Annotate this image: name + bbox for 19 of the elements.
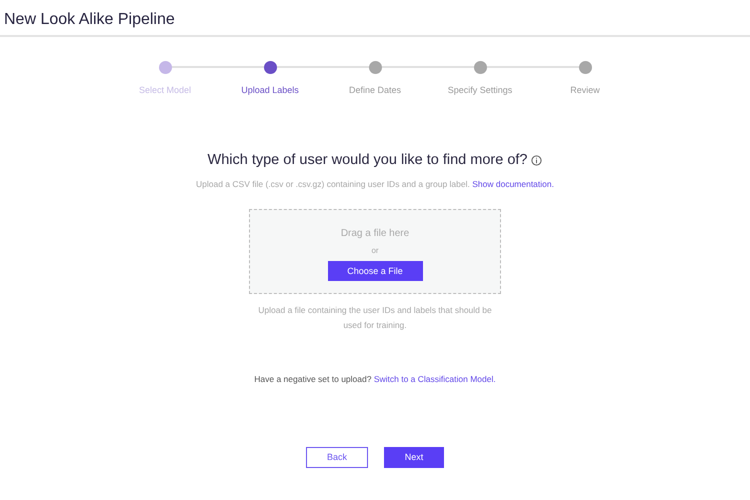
question-heading: Which type of user would you like to find more of?	[208, 150, 528, 170]
step-label: Select Model	[138, 84, 192, 97]
description-text: Upload a CSV file (.csv or .csv.gz) containing user IDs and a group label. Show documentation.	[195, 178, 555, 190]
drag-prompt: Drag a file here	[340, 227, 410, 242]
or-separator: or	[371, 245, 379, 258]
step-label: Upload Labels	[241, 84, 299, 97]
file-dropzone[interactable]: Drag a file here or Choose a File	[249, 209, 501, 294]
upload-hint: Upload a file containing the user IDs and labels that should be used for training.	[257, 304, 493, 332]
step-label: Specify Settings	[448, 84, 512, 97]
next-button[interactable]: Next	[384, 446, 444, 468]
info-icon[interactable]	[531, 154, 542, 166]
negative-set-text: Have a negative set to upload? Switch to a Classification Model.	[253, 373, 497, 386]
back-button[interactable]: Back	[306, 446, 368, 468]
step-label: Review	[570, 84, 600, 97]
choose-file-button[interactable]: Choose a File	[328, 261, 422, 282]
documentation-link[interactable]: Show documentation.	[472, 178, 554, 188]
classification-model-link[interactable]: Switch to a Classification Model.	[374, 374, 496, 384]
step-label: Define Dates	[348, 84, 402, 97]
page-title: New Look Alike Pipeline	[4, 10, 176, 30]
